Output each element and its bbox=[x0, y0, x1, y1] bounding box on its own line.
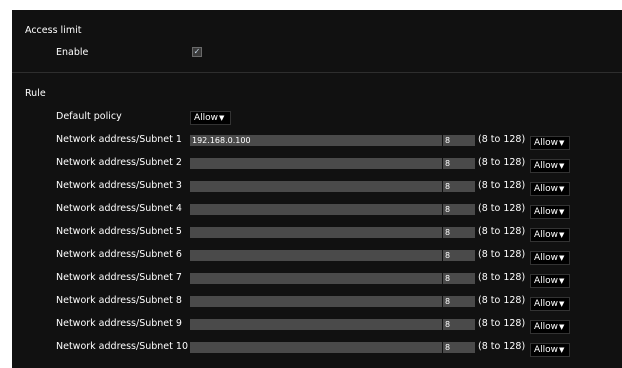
policy-value-6: Allow bbox=[534, 253, 559, 263]
subnet-range-hint-4: (8 to 128) bbox=[478, 203, 526, 214]
policy-value-4: Allow bbox=[534, 207, 559, 217]
policy-value-5: Allow bbox=[534, 230, 559, 240]
network-address-label-3: Network address/Subnet 3 bbox=[56, 180, 182, 191]
default-policy-label: Default policy bbox=[56, 111, 122, 122]
network-address-input-9[interactable] bbox=[190, 319, 442, 330]
policy-select-6[interactable]: Allow▼ bbox=[530, 251, 570, 265]
network-address-label-2: Network address/Subnet 2 bbox=[56, 157, 182, 168]
network-address-label-9: Network address/Subnet 9 bbox=[56, 318, 182, 329]
chevron-down-icon: ▼ bbox=[559, 185, 565, 193]
network-address-label-10: Network address/Subnet 10 bbox=[56, 341, 188, 352]
policy-select-2[interactable]: Allow▼ bbox=[530, 159, 570, 173]
chevron-down-icon: ▼ bbox=[559, 139, 565, 147]
subnet-input-3[interactable] bbox=[442, 181, 475, 192]
subnet-input-9[interactable] bbox=[442, 319, 475, 330]
chevron-down-icon: ▼ bbox=[559, 208, 565, 216]
policy-value-3: Allow bbox=[534, 184, 559, 194]
policy-select-4[interactable]: Allow▼ bbox=[530, 205, 570, 219]
subnet-range-hint-3: (8 to 128) bbox=[478, 180, 526, 191]
policy-value-10: Allow bbox=[534, 345, 559, 355]
rule-heading: Rule bbox=[25, 88, 46, 99]
subnet-range-hint-7: (8 to 128) bbox=[478, 272, 526, 283]
checkmark-icon: ✓ bbox=[193, 47, 201, 56]
network-address-input-3[interactable] bbox=[190, 181, 442, 192]
network-address-label-4: Network address/Subnet 4 bbox=[56, 203, 182, 214]
subnet-input-6[interactable] bbox=[442, 250, 475, 261]
policy-select-7[interactable]: Allow▼ bbox=[530, 274, 570, 288]
enable-checkbox[interactable]: ✓ bbox=[192, 47, 202, 57]
subnet-range-hint-10: (8 to 128) bbox=[478, 341, 526, 352]
network-address-input-10[interactable] bbox=[190, 342, 442, 353]
subnet-range-hint-5: (8 to 128) bbox=[478, 226, 526, 237]
policy-select-10[interactable]: Allow▼ bbox=[530, 343, 570, 357]
network-address-label-6: Network address/Subnet 6 bbox=[56, 249, 182, 260]
default-policy-select[interactable]: Allow▼ bbox=[190, 111, 231, 125]
subnet-input-8[interactable] bbox=[442, 296, 475, 307]
network-address-label-1: Network address/Subnet 1 bbox=[56, 134, 182, 145]
chevron-down-icon: ▼ bbox=[559, 346, 565, 354]
section-divider bbox=[12, 72, 622, 73]
policy-select-9[interactable]: Allow▼ bbox=[530, 320, 570, 334]
default-policy-value: Allow bbox=[194, 113, 219, 123]
policy-select-5[interactable]: Allow▼ bbox=[530, 228, 570, 242]
chevron-down-icon: ▼ bbox=[559, 231, 565, 239]
subnet-input-10[interactable] bbox=[442, 342, 475, 353]
chevron-down-icon: ▼ bbox=[559, 277, 565, 285]
subnet-input-5[interactable] bbox=[442, 227, 475, 238]
network-address-label-5: Network address/Subnet 5 bbox=[56, 226, 182, 237]
network-address-input-2[interactable] bbox=[190, 158, 442, 169]
subnet-input-4[interactable] bbox=[442, 204, 475, 215]
subnet-range-hint-8: (8 to 128) bbox=[478, 295, 526, 306]
policy-value-8: Allow bbox=[534, 299, 559, 309]
chevron-down-icon: ▼ bbox=[559, 323, 565, 331]
network-address-input-5[interactable] bbox=[190, 227, 442, 238]
settings-panel: Access limit Enable ✓ Rule Default polic… bbox=[12, 10, 622, 368]
access-limit-heading: Access limit bbox=[25, 25, 82, 36]
subnet-input-1[interactable] bbox=[442, 135, 475, 146]
chevron-down-icon: ▼ bbox=[559, 162, 565, 170]
policy-value-7: Allow bbox=[534, 276, 559, 286]
policy-value-9: Allow bbox=[534, 322, 559, 332]
network-address-label-7: Network address/Subnet 7 bbox=[56, 272, 182, 283]
policy-value-2: Allow bbox=[534, 161, 559, 171]
policy-value-1: Allow bbox=[534, 138, 559, 148]
policy-select-3[interactable]: Allow▼ bbox=[530, 182, 570, 196]
chevron-down-icon: ▼ bbox=[219, 114, 225, 122]
chevron-down-icon: ▼ bbox=[559, 254, 565, 262]
chevron-down-icon: ▼ bbox=[559, 300, 565, 308]
subnet-range-hint-2: (8 to 128) bbox=[478, 157, 526, 168]
network-address-input-4[interactable] bbox=[190, 204, 442, 215]
network-address-input-7[interactable] bbox=[190, 273, 442, 284]
policy-select-8[interactable]: Allow▼ bbox=[530, 297, 570, 311]
network-address-label-8: Network address/Subnet 8 bbox=[56, 295, 182, 306]
subnet-input-2[interactable] bbox=[442, 158, 475, 169]
subnet-input-7[interactable] bbox=[442, 273, 475, 284]
network-address-input-1[interactable] bbox=[190, 135, 442, 146]
subnet-range-hint-6: (8 to 128) bbox=[478, 249, 526, 260]
policy-select-1[interactable]: Allow▼ bbox=[530, 136, 570, 150]
network-address-input-6[interactable] bbox=[190, 250, 442, 261]
enable-label: Enable bbox=[56, 47, 89, 58]
subnet-range-hint-1: (8 to 128) bbox=[478, 134, 526, 145]
network-address-input-8[interactable] bbox=[190, 296, 442, 307]
subnet-range-hint-9: (8 to 128) bbox=[478, 318, 526, 329]
